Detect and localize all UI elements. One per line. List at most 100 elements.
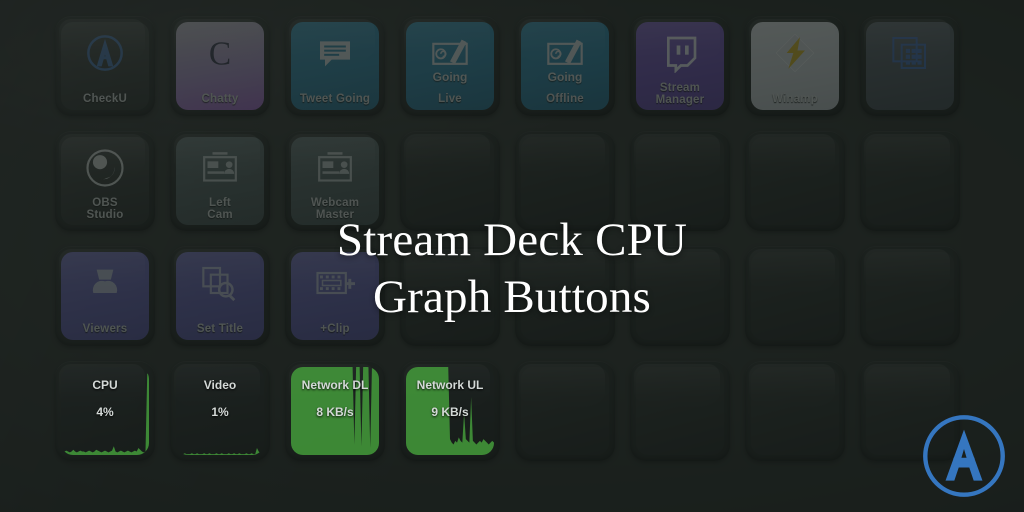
key-face <box>636 367 724 455</box>
deck-key-add-clip[interactable]: +Clip <box>285 246 385 346</box>
key-face: Viewers <box>61 252 149 340</box>
key-label: OBS Studio <box>61 197 149 221</box>
deck-key-empty-15[interactable] <box>860 131 960 231</box>
key-label: Winamp <box>772 92 818 105</box>
key-label: Offline <box>546 92 584 105</box>
deck-key-set-title[interactable]: Set Title <box>170 246 270 346</box>
key-mid-label: Going <box>432 70 468 84</box>
deck-key-empty-30[interactable] <box>745 361 845 461</box>
key-graph-value: 9 KB/s <box>431 405 469 419</box>
film-strip-plus-icon <box>313 263 357 303</box>
deck-key-empty-11[interactable] <box>400 131 500 231</box>
key-label-line-2: Master <box>315 208 355 221</box>
deck-key-empty-12[interactable] <box>515 131 615 231</box>
deck-key-window-grid[interactable] <box>860 16 960 116</box>
deck-key-empty-14[interactable] <box>745 131 845 231</box>
key-label: Live <box>438 92 462 105</box>
key-label-line-1: Left <box>209 197 231 209</box>
deck-key-empty-21[interactable] <box>630 246 730 346</box>
key-face: Going Offline <box>521 22 609 110</box>
deck-key-empty-22[interactable] <box>745 246 845 346</box>
speech-bubble-icon <box>313 33 357 73</box>
key-face: CheckU <box>61 22 149 110</box>
key-label: Tweet Going <box>299 92 371 105</box>
key-mid-label: Going <box>547 70 583 84</box>
key-face: Video 1% <box>176 367 264 455</box>
whiteboard-pen-icon <box>428 33 472 73</box>
deck-key-cpu-graph[interactable]: CPU 4% <box>55 361 155 461</box>
circle-a-logo <box>920 412 1008 500</box>
key-face: Stream Manager <box>636 22 724 110</box>
deck-key-viewers[interactable]: Viewers <box>55 246 155 346</box>
key-label: Left Cam <box>176 197 264 221</box>
deck-key-video-graph[interactable]: Video 1% <box>170 361 270 461</box>
key-face: Webcam Master <box>291 137 379 225</box>
key-label: Stream Manager <box>636 82 724 106</box>
deck-key-empty-29[interactable] <box>630 361 730 461</box>
key-face <box>521 137 609 225</box>
stream-deck-key-grid[interactable]: CheckU C Chatty Tweet Going Going Live Going Of… <box>55 16 1013 470</box>
key-graph-title: CPU <box>92 378 118 392</box>
key-face: Tweet Going <box>291 22 379 110</box>
deck-key-winamp[interactable]: Winamp <box>745 16 845 116</box>
key-label-line-2: Cam <box>207 208 233 221</box>
key-face: Set Title <box>176 252 264 340</box>
key-face: +Clip <box>291 252 379 340</box>
twitch-icon <box>658 33 702 73</box>
key-face <box>406 252 494 340</box>
key-face <box>521 252 609 340</box>
key-graph-value: 8 KB/s <box>316 405 354 419</box>
key-face <box>406 137 494 225</box>
key-label-line-1: OBS <box>92 197 118 209</box>
key-face: Going Live <box>406 22 494 110</box>
window-grid-icon <box>888 33 932 73</box>
key-face <box>636 252 724 340</box>
deck-key-tweet-going[interactable]: Tweet Going <box>285 16 385 116</box>
key-face: Network DL 8 KB/s <box>291 367 379 455</box>
deck-key-stream-manager[interactable]: Stream Manager <box>630 16 730 116</box>
key-face: Network UL 9 KB/s <box>406 367 494 455</box>
whiteboard-pen-icon <box>543 33 587 73</box>
deck-key-left-cam[interactable]: Left Cam <box>170 131 270 231</box>
key-label: Viewers <box>82 322 128 335</box>
deck-key-empty-13[interactable] <box>630 131 730 231</box>
key-graph-value: 1% <box>211 405 229 419</box>
key-face <box>521 367 609 455</box>
lightning-bolt-icon <box>773 33 817 73</box>
deck-key-going-live[interactable]: Going Live <box>400 16 500 116</box>
key-face <box>751 367 839 455</box>
key-face <box>866 137 954 225</box>
deck-key-empty-23[interactable] <box>860 246 960 346</box>
screenshot-root: CheckU C Chatty Tweet Going Going Live Going Of… <box>0 0 1024 512</box>
deck-key-empty-28[interactable] <box>515 361 615 461</box>
key-graph-value: 4% <box>96 405 114 419</box>
key-label-line-1: Stream <box>659 82 701 94</box>
key-face <box>866 252 954 340</box>
key-label: Webcam Master <box>291 197 379 221</box>
key-label-line-1: Webcam <box>310 197 360 209</box>
key-face: Left Cam <box>176 137 264 225</box>
letter-c-icon: C <box>198 33 242 73</box>
key-face: CPU 4% <box>61 367 149 455</box>
key-label: Chatty <box>201 92 239 105</box>
key-face: C Chatty <box>176 22 264 110</box>
circle-a-icon <box>83 33 127 73</box>
deck-key-going-offline[interactable]: Going Offline <box>515 16 615 116</box>
deck-key-chatty[interactable]: C Chatty <box>170 16 270 116</box>
deck-key-webcam-master[interactable]: Webcam Master <box>285 131 385 231</box>
deck-key-network-dl-graph[interactable]: Network DL 8 KB/s <box>285 361 385 461</box>
deck-key-obs-studio[interactable]: OBS Studio <box>55 131 155 231</box>
deck-key-checku[interactable]: CheckU <box>55 16 155 116</box>
key-graph-title: Network UL <box>416 378 484 392</box>
key-label: CheckU <box>82 92 128 105</box>
key-face: OBS Studio <box>61 137 149 225</box>
key-label: +Clip <box>320 322 350 335</box>
id-card-icon <box>313 148 357 188</box>
key-graph-title: Network DL <box>301 378 369 392</box>
obs-icon <box>83 148 127 188</box>
deck-key-network-ul-graph[interactable]: Network UL 9 KB/s <box>400 361 500 461</box>
id-card-icon <box>198 148 242 188</box>
deck-key-empty-20[interactable] <box>515 246 615 346</box>
key-face: Winamp <box>751 22 839 110</box>
deck-key-empty-19[interactable] <box>400 246 500 346</box>
